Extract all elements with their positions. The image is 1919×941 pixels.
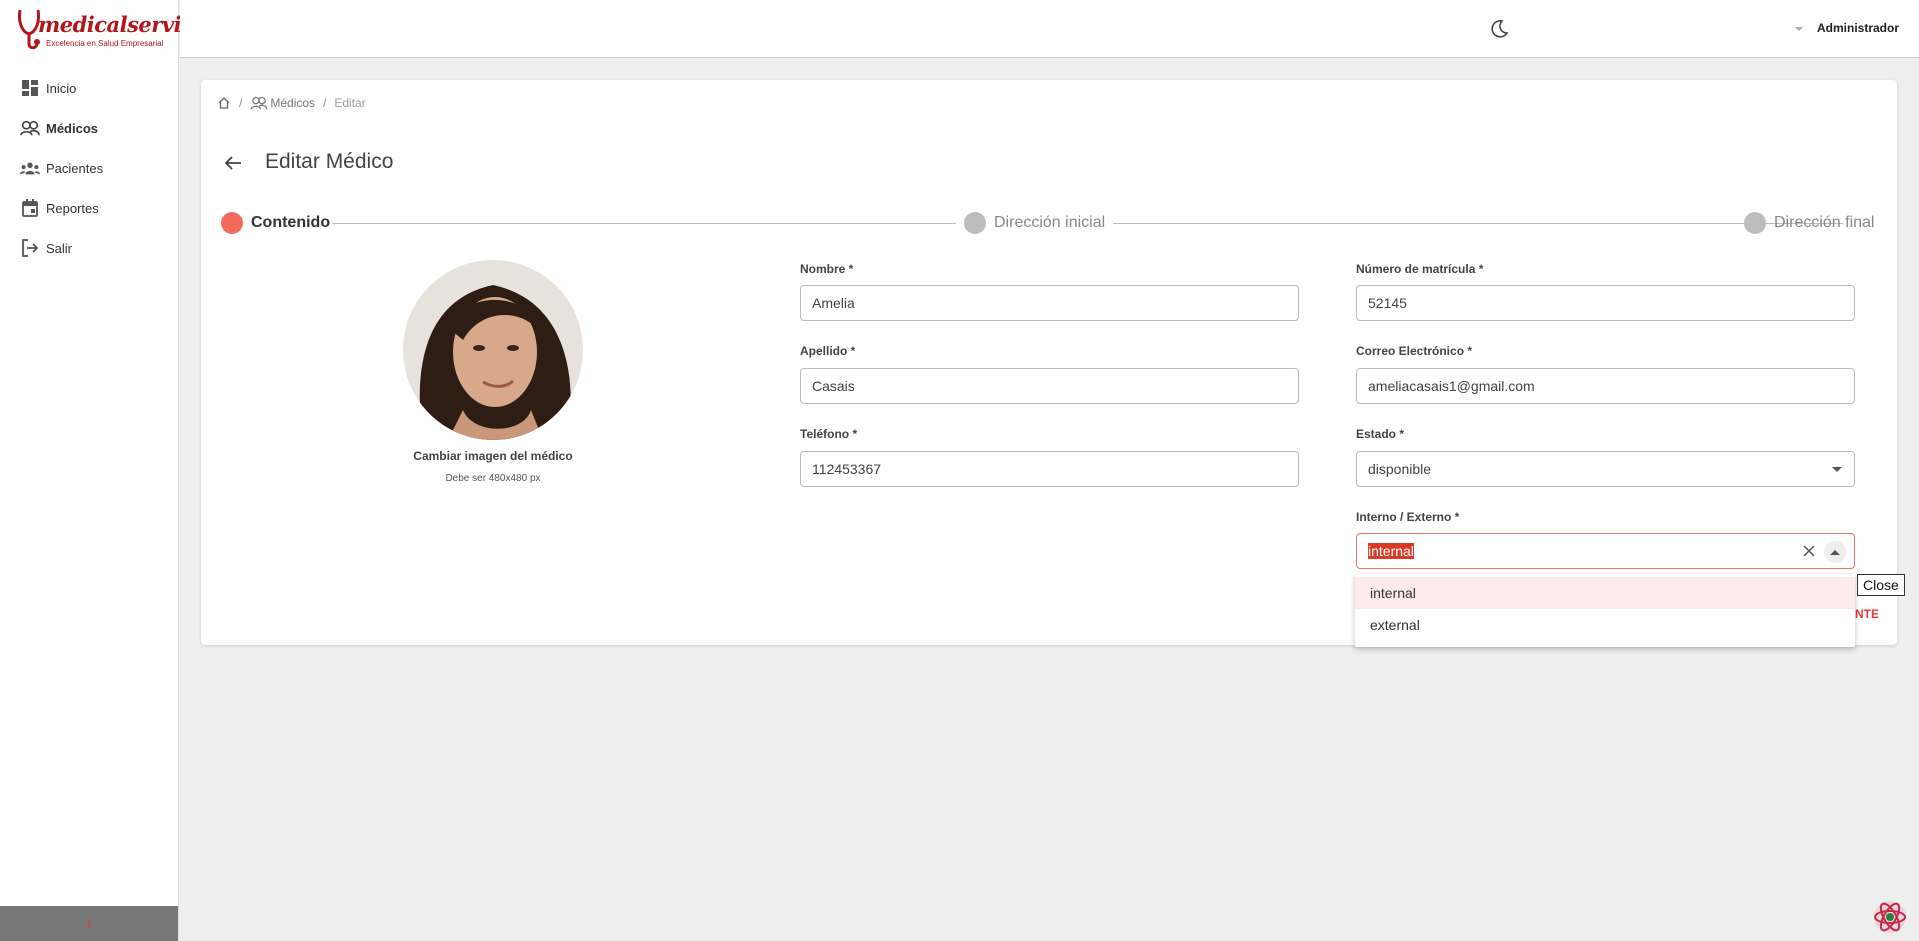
option-external[interactable]: external [1355,609,1855,641]
step-connector [332,223,956,224]
estado-label: Estado * [1356,427,1405,441]
apellido-label: Apellido * [800,344,856,358]
sidebar-item-label: Médicos [46,120,99,136]
sidebar-item-medicos[interactable]: Médicos [0,108,179,148]
sidebar-item-label: Inicio [46,80,77,96]
doctor-photo [403,260,583,440]
calendar-icon [20,198,40,218]
telefono-input[interactable]: 112453367 [800,451,1299,487]
breadcrumb-separator: / [239,96,243,110]
step-contenido[interactable]: Contenido [221,212,330,234]
doctors-icon [20,118,40,138]
step-indicator [221,212,243,234]
user-menu-caret-icon[interactable] [1793,23,1805,35]
step-connector [1113,223,1843,224]
sidebar-item-label: Reportes [46,200,99,216]
telefono-label: Teléfono * [800,427,858,441]
step-label: Contenido [251,214,331,231]
chevron-left-icon: ‹ [86,914,92,932]
patients-icon [20,158,40,178]
user-menu-name[interactable]: Administrador [1817,21,1899,35]
dark-mode-toggle-moon-icon[interactable] [1488,18,1510,40]
step-indicator [964,212,986,234]
sidebar-item-label: Pacientes [46,160,104,176]
telefono-value: 112453367 [812,461,882,477]
interno-externo-options: internal external [1355,574,1855,647]
correo-input[interactable]: ameliacasais1@gmail.com [1356,368,1855,404]
option-internal[interactable]: internal [1355,577,1855,609]
step-direccion-final[interactable]: Dirección final [1744,212,1874,234]
chevron-down-icon [1832,467,1842,472]
chevron-up-icon [1830,549,1840,555]
step-indicator [1744,212,1766,234]
logo[interactable]: medicalservice Excelencia en Salud Empre… [16,6,207,52]
page-title: Editar Médico [265,150,394,173]
breadcrumb-home[interactable] [217,96,231,110]
step-label: Dirección inicial [994,214,1106,231]
step-direccion-inicial[interactable]: Dirección inicial [964,212,1105,234]
react-devtools-icon[interactable] [1872,899,1908,935]
breadcrumb: / Médicos / Editar [217,96,366,110]
sidebar: medicalservice Excelencia en Salud Empre… [0,0,207,941]
image-size-hint: Debe ser 480x480 px [445,473,541,484]
breadcrumb-medicos[interactable]: Médicos [250,96,315,110]
clear-icon[interactable] [1802,544,1816,558]
doctor-avatar[interactable] [403,260,583,440]
apellido-value: Casais [812,378,855,394]
matricula-value: 52145 [1368,295,1407,311]
correo-label: Correo Electrónico * [1356,344,1473,358]
nombre-label: Nombre * [800,262,854,276]
nombre-value: Amelia [812,295,855,311]
dashboard-icon [20,78,40,98]
sidebar-collapse-button[interactable]: ‹ [0,906,178,941]
estado-value: disponible [1368,461,1432,477]
breadcrumb-medicos-label: Médicos [270,96,316,110]
sidebar-item-pacientes[interactable]: Pacientes [0,148,179,188]
back-arrow-icon[interactable] [221,151,245,175]
logout-icon [20,238,40,258]
breadcrumb-current: Editar [334,96,366,110]
edit-doctor-card: / Médicos / Editar Editar Médico Conteni… [201,80,1897,645]
doctors-icon [250,96,268,110]
home-icon [218,97,230,109]
apellido-input[interactable]: Casais [800,368,1299,404]
matricula-label: Número de matrícula * [1356,262,1484,276]
close-tooltip: Close [1857,574,1905,596]
sidebar-item-label: Salir [46,240,73,256]
next-button[interactable]: NTE [1855,607,1879,621]
nombre-input[interactable]: Amelia [800,285,1299,321]
logo-tagline: Excelencia en Salud Empresarial [46,39,164,48]
sidebar-item-inicio[interactable]: Inicio [0,68,179,108]
change-image-button[interactable]: Cambiar imagen del médico [341,449,645,463]
interno-externo-label: Interno / Externo * [1356,510,1460,524]
step-label: Dirección final [1774,214,1875,231]
estado-select[interactable]: disponible [1356,451,1855,487]
matricula-input[interactable]: 52145 [1356,285,1855,321]
correo-value: ameliacasais1@gmail.com [1368,378,1535,394]
sidebar-item-salir[interactable]: Salir [0,228,179,268]
topbar [180,0,1919,58]
breadcrumb-separator: / [323,96,327,110]
interno-externo-value: internal [1368,543,1414,559]
close-dropdown-button[interactable] [1824,541,1846,563]
sidebar-item-reportes[interactable]: Reportes [0,188,179,228]
sidebar-nav: Inicio Médicos Pacientes Reportes Salir [0,68,179,268]
interno-externo-autocomplete[interactable]: internal [1356,533,1855,569]
